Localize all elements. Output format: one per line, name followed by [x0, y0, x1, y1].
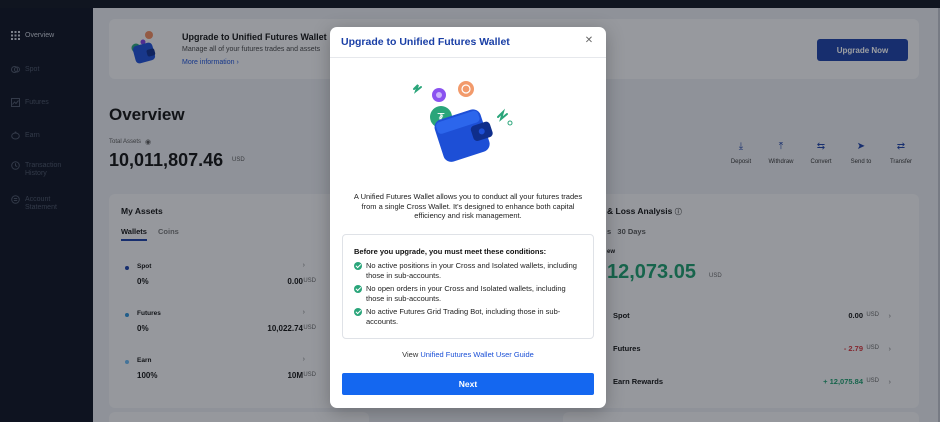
modal-title: Upgrade to Unified Futures Wallet: [341, 36, 510, 48]
check-circle-icon: [354, 285, 362, 293]
condition-item: No open orders in your Cross and Isolate…: [354, 284, 584, 303]
guide-prefix: View: [402, 350, 419, 359]
user-guide-line: View Unified Futures Wallet User Guide: [330, 350, 606, 359]
check-circle-icon: [354, 262, 362, 270]
condition-item: No active positions in your Cross and Is…: [354, 261, 584, 280]
close-icon[interactable]: ✕: [584, 36, 594, 46]
upgrade-modal: Upgrade to Unified Futures Wallet ✕ ₮ A …: [330, 27, 606, 408]
condition-text: No active Futures Grid Trading Bot, incl…: [366, 307, 561, 326]
conditions-title: Before you upgrade, you must meet these …: [354, 247, 547, 256]
user-guide-link[interactable]: Unified Futures Wallet User Guide: [420, 350, 534, 359]
check-circle-icon: [354, 308, 362, 316]
modal-description: A Unified Futures Wallet allows you to c…: [353, 192, 583, 220]
wallet-illustration: ₮: [413, 81, 513, 162]
condition-text: No active positions in your Cross and Is…: [366, 261, 577, 280]
condition-item: No active Futures Grid Trading Bot, incl…: [354, 307, 584, 326]
next-button[interactable]: Next: [342, 373, 594, 395]
conditions-box: Before you upgrade, you must meet these …: [342, 234, 594, 339]
modal-header: Upgrade to Unified Futures Wallet ✕: [330, 27, 606, 58]
condition-text: No open orders in your Cross and Isolate…: [366, 284, 566, 303]
